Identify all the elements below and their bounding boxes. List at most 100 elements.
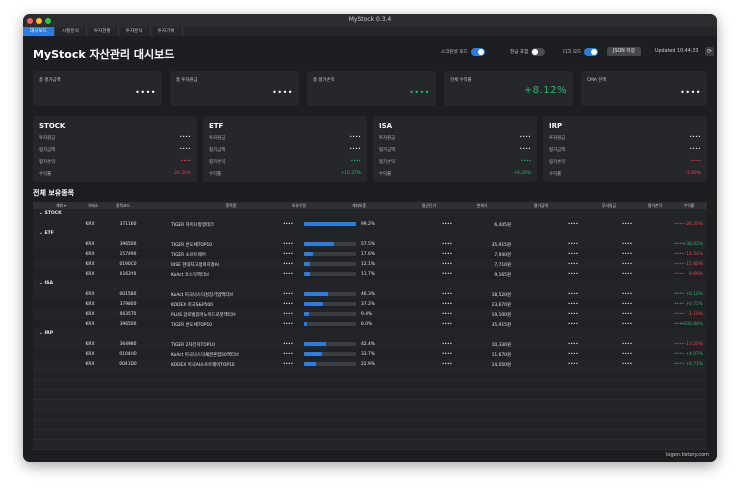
metric-value: •••• (349, 147, 361, 152)
weight-bar-fill (304, 362, 316, 366)
category-metric: 수익률 -3.89% (549, 171, 701, 177)
weight-bar (304, 342, 356, 346)
cell-ex: KRX (85, 362, 95, 367)
weight-bar (304, 252, 356, 256)
cell-weight_txt: 22.9% (361, 362, 375, 367)
empty-row (33, 419, 707, 429)
save-json-button[interactable]: JSON 저장 (607, 47, 641, 56)
updated-time: Updated 10:44:33 (655, 49, 699, 54)
metric-value: •••• (349, 135, 361, 140)
group-header-isa[interactable]: ⌄ ISA (33, 279, 707, 289)
menu-tab-4[interactable]: 투자분석 (119, 27, 151, 36)
metric-label: 투자원금 (209, 136, 226, 141)
cell-avg: •••• (441, 222, 453, 227)
table-row[interactable]: KRX 0190C0 RISE 현대차고정피지컬AI •••• 12.1% •••• 7,7… (33, 259, 707, 269)
metric-label: 투자원금 (549, 136, 566, 141)
menu-tab-3[interactable]: 투자현황 (87, 27, 119, 36)
kpi-value: •••• (409, 88, 430, 97)
metric-value: •••• (519, 135, 531, 140)
category-title: IRP (549, 122, 563, 130)
group-header-etf[interactable]: ⌄ ETF (33, 229, 707, 239)
table-row[interactable]: KRX 0041D0 KODEX 미국AI소프트웨어TOP10 •••• 22.9% ••… (33, 359, 707, 369)
metric-value: +6.28% (513, 171, 531, 176)
table-row[interactable]: KRX 0163Y0 KoAct 코스닥액티브 •••• 11.7% •••• 9,165원… (33, 269, 707, 279)
table-row[interactable]: KRX 396500 TIGER 반도체TOP10 •••• 57.5% •••• 35,9… (33, 239, 707, 249)
cell-weight_txt: 11.7% (361, 272, 375, 277)
cell-eval: •••• (567, 272, 579, 277)
weight-bar (304, 302, 356, 306)
cell-ret: +6.10% (685, 292, 703, 297)
dark-mode-toggle[interactable] (584, 48, 599, 56)
cell-ret: -14.54% (684, 252, 703, 257)
menu-tab-2[interactable]: 시황분석 (55, 27, 87, 36)
group-label: ⌄ ISA (39, 281, 54, 286)
screenshot-mode-toggle[interactable] (470, 48, 485, 56)
metric-value: •••• (519, 147, 531, 152)
group-header-stock[interactable]: ⌄ STOCK (33, 209, 707, 219)
cell-price: 7,940원 (494, 253, 511, 258)
include-cash-toggle[interactable] (531, 48, 546, 56)
menu-tab-5[interactable]: 투자기록 (151, 27, 183, 36)
cell-avg: •••• (441, 292, 453, 297)
weight-bar-fill (304, 272, 311, 276)
cell-qty: •••• (282, 352, 294, 357)
footer: logon.tistory.com (23, 450, 717, 462)
weight-bar-fill (304, 352, 322, 356)
category-metric: 평가손익 •••• (549, 159, 701, 165)
table-row[interactable]: KRX 0104H0 KoAct 미국나스닥채권혼합50액티브 •••• 33.7% ••… (33, 349, 707, 359)
cell-cost: •••• (621, 312, 633, 317)
cell-qty: •••• (282, 312, 294, 317)
page-title: MyStock 자산관리 대시보드 (33, 48, 175, 61)
cell-code: 0104H0 (119, 352, 137, 357)
metric-label: 평가손익 (39, 160, 56, 165)
cell-cost: •••• (621, 322, 633, 327)
category-title: ETF (209, 122, 224, 130)
table-row[interactable]: KRX 379800 KODEX 미국S&P500 •••• 37.2% •••• 23,6… (33, 299, 707, 309)
cell-avg: •••• (441, 262, 453, 267)
group-label: ⌄ STOCK (39, 211, 62, 216)
menu-tab-1[interactable]: 대시보드 (23, 27, 55, 36)
category-card-irp: IRP 투자원금 •••• 평가금액 •••• 평가손익 •••• 수익률 -3.89% (543, 116, 707, 182)
cell-ex: KRX (85, 322, 95, 327)
cell-avg: •••• (441, 362, 453, 367)
group-label: ⌄ ETF (39, 231, 54, 236)
cell-code: 371160 (119, 222, 137, 227)
kpi-card: 총 평가손익 •••• (307, 71, 436, 106)
cell-weight_txt: 37.2% (361, 302, 375, 307)
table-row[interactable]: KRX 0015B0 KoAct 미국나스닥성장기업액티브 •••• 46.3% ••••… (33, 289, 707, 299)
metric-value: •••• (690, 159, 701, 164)
dashboard-content: MyStock 자산관리 대시보드 스크린샷 모드 현금 포함 다크 모드 JS… (23, 36, 717, 454)
cell-code: 396500 (119, 322, 137, 327)
group-header-irp[interactable]: ⌄ IRP (33, 329, 707, 339)
cell-price: 14,050원 (491, 363, 511, 368)
toggle-knob (477, 49, 484, 55)
holdings-table: 계좌 ▾ 거래소 종목코드 종목명 보유수량 계좌비중 평균단가 현재가 평가금액 투자원금 평가손… (33, 202, 707, 454)
cell-cost: •••• (621, 362, 633, 367)
empty-row (33, 409, 707, 419)
menu-bar: 대시보드 시황분석 투자현황 투자분석 투자기록 (23, 27, 717, 36)
cell-ex: KRX (85, 312, 95, 317)
holdings-title: 전체 보유종목 (33, 189, 75, 197)
refresh-icon[interactable]: ⟳ (705, 47, 714, 56)
table-row[interactable]: KRX 364980 TIGER 2차전지TOP10 •••• 42.4% •••• 10,… (33, 339, 707, 349)
metric-label: 투자원금 (379, 136, 396, 141)
table-row[interactable]: KRX 157490 TIGER 소프트웨어 •••• 17.6% •••• 7,940원 •… (33, 249, 707, 259)
metric-value: -26.30% (172, 171, 191, 176)
cell-eval: •••• (567, 302, 579, 307)
cell-ex: KRX (85, 292, 95, 297)
cell-ret: +100.84% (679, 322, 703, 327)
app-window: MyStock 0.3.4 대시보드 시황분석 투자현황 투자분석 투자기록 MySto… (23, 14, 717, 462)
dark-mode-label: 다크 모드 (563, 50, 582, 55)
cell-ret: -15.80% (684, 262, 703, 267)
cell-cost: •••• (621, 272, 633, 277)
include-cash-label: 현금 포함 (510, 50, 529, 55)
weight-bar-fill (304, 222, 356, 226)
table-row[interactable]: KRX 371160 TIGER 차이나항셍테크 •••• 99.2% •••• 6,445… (33, 219, 707, 229)
toggle-knob (591, 49, 598, 55)
group-label: ⌄ IRP (39, 331, 54, 336)
cell-code: 0035T0 (119, 312, 137, 317)
table-header: 계좌 ▾ 거래소 종목코드 종목명 보유수량 계좌비중 평균단가 현재가 평가금액 투자원금 평가손… (33, 202, 707, 209)
table-row[interactable]: KRX 0035T0 PLUS 글로벌휴머노이드로봇액티브 •••• 9.4% •••• 1… (33, 309, 707, 319)
table-row[interactable]: KRX 396500 TIGER 반도체TOP10 •••• 6.0% •••• 35,91… (33, 319, 707, 329)
cell-weight_txt: 57.5% (361, 242, 375, 247)
